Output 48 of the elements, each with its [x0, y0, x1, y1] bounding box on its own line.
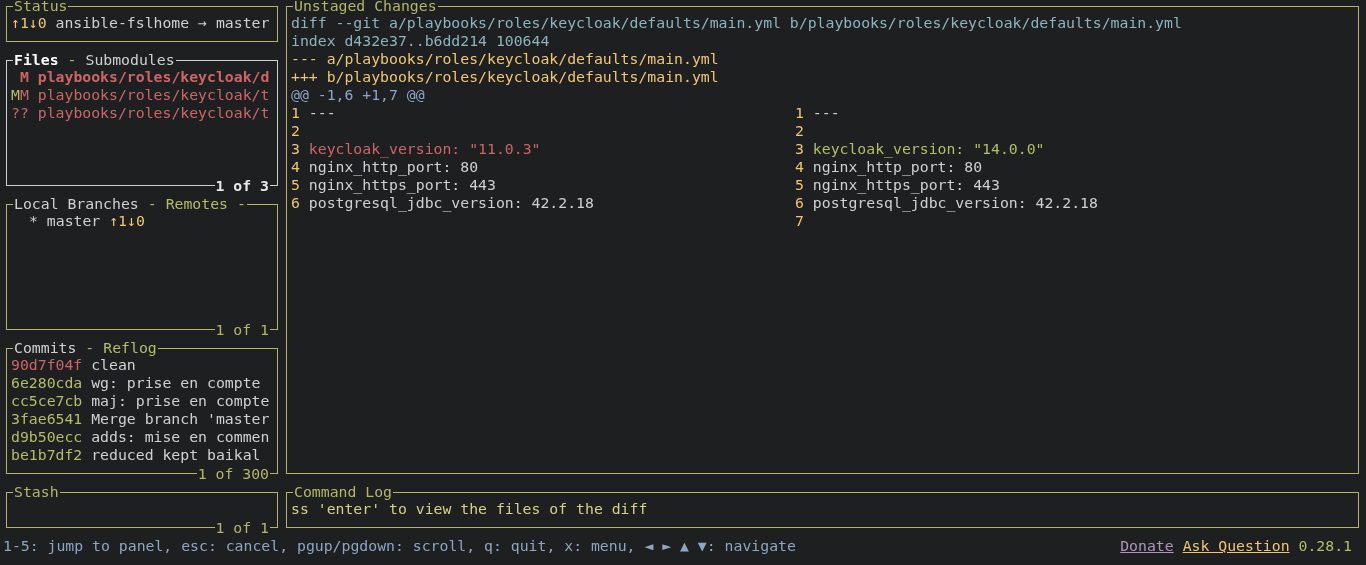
version-label: 0.28.1 — [1298, 537, 1352, 555]
diff-line: 1 --- — [795, 104, 841, 122]
commit-list-item[interactable]: 90d7f04f clean — [11, 356, 273, 374]
diff-line: 5 nginx_https_port: 443 — [291, 176, 497, 194]
panel-title: Command Log — [294, 483, 392, 501]
panel-title: Unstaged Changes — [294, 0, 437, 15]
tab-separator: - — [85, 339, 95, 357]
panel-tab[interactable]: Submodules — [85, 51, 175, 69]
commit-list-item[interactable]: cc5ce7cb maj: prise en compte — [11, 392, 273, 410]
panel-tab[interactable]: Files — [14, 51, 59, 69]
diff-line: 3 keycloak_version: "11.0.3" — [291, 140, 542, 158]
diff-line: 4 nginx_http_port: 80 — [795, 158, 984, 176]
keybindings-hint: 1-5: jump to panel, esc: cancel, pgup/pgdown: scroll, q: quit, x: menu, ◄ ► ▲ ▼: navigate — [3, 537, 796, 555]
panel-tab[interactable]: Commits — [14, 339, 77, 357]
panel-title: Status — [14, 0, 68, 15]
file-list-item[interactable]: M playbooks/roles/keycloak/d — [11, 68, 273, 86]
diff-header-line: index d432e37..b6dd214 100644 — [291, 32, 551, 50]
diff-line: 3 keycloak_version: "14.0.0" — [795, 140, 1046, 158]
diff-line: 6 postgresql_jdbc_version: 42.2.18 — [291, 194, 595, 212]
footer-link[interactable]: Ask Question — [1182, 537, 1290, 555]
panel-tab[interactable]: Local Branches — [14, 195, 139, 213]
diff-line: 7 — [795, 212, 805, 230]
diff-line: 6 postgresql_jdbc_version: 42.2.18 — [795, 194, 1099, 212]
diff-line: 2 — [291, 122, 301, 140]
commit-list-item[interactable]: 3fae6541 Merge branch 'master — [11, 410, 273, 428]
diff-header-line: @@ -1,6 +1,7 @@ — [291, 86, 426, 104]
panel-tab[interactable]: Reflog — [103, 339, 157, 357]
tab-separator: - — [237, 195, 246, 213]
commit-list-item[interactable]: be1b7df2 reduced kept baikal — [11, 446, 273, 464]
branch-list-item[interactable]: * master ↑1↓0 — [11, 212, 273, 230]
tab-separator: - — [67, 51, 77, 69]
file-list-item[interactable]: MM playbooks/roles/keycloak/t — [11, 86, 273, 104]
diff-line: 2 — [795, 122, 805, 140]
diff-line: 1 --- — [291, 104, 337, 122]
diff-line: 5 nginx_https_port: 443 — [795, 176, 1001, 194]
diff-header-line: --- a/playbooks/roles/keycloak/defaults/main.yml — [291, 50, 720, 68]
commit-list-item[interactable]: d9b50ecc adds: mise en commen — [11, 428, 273, 446]
panel-title: Stash — [14, 483, 59, 501]
footer-link[interactable]: Donate — [1120, 537, 1174, 555]
tab-separator: - — [147, 195, 157, 213]
diff-header-line: +++ b/playbooks/roles/keycloak/defaults/main.yml — [291, 68, 720, 86]
panel-tab[interactable]: Remotes — [165, 195, 228, 213]
diff-line: 4 nginx_http_port: 80 — [291, 158, 480, 176]
commit-list-item[interactable]: 6e280cda wg: prise en compte — [11, 374, 273, 392]
status-text: ↑1↓0 ansible-fslhome → master — [11, 14, 271, 32]
log-line: ss 'enter' to view the files of the diff — [291, 500, 649, 518]
diff-header-line: diff --git a/playbooks/roles/keycloak/defaults/main.yml b/playbooks/roles/keycloak/defaults/main.yml — [291, 14, 1183, 32]
file-list-item[interactable]: ?? playbooks/roles/keycloak/t — [11, 104, 273, 122]
